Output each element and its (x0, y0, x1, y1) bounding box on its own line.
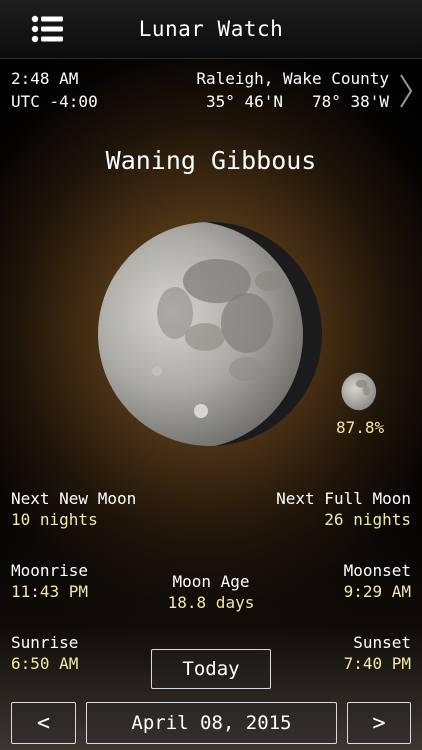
location-info[interactable]: Raleigh, Wake County 35° 46'N 78° 38'W (196, 67, 389, 113)
next-full-moon-label: Next Full Moon (276, 489, 411, 508)
sunset-label: Sunset (353, 633, 411, 652)
moon-image (98, 222, 322, 446)
latitude: 35° 46'N (205, 92, 284, 111)
next-new-moon-label: Next New Moon (11, 489, 137, 508)
app-title: Lunar Watch (138, 17, 284, 41)
next-new-moon-value: 10 nights (11, 510, 98, 529)
next-new-moon: Next New Moon 10 nights (11, 488, 136, 530)
moonset-label: Moonset (343, 561, 411, 580)
moon-thumbnail (341, 372, 380, 411)
sunset-value: 7:40 PM (343, 654, 411, 673)
phase-name: Waning Gibbous (105, 146, 317, 175)
sunrise-value: 6:50 AM (11, 654, 79, 673)
local-time: 2:48 AM (11, 69, 79, 88)
date-button[interactable]: April 08, 2015 (86, 702, 337, 744)
chevron-right-icon[interactable] (398, 72, 414, 110)
next-full-moon-value: 26 nights (324, 510, 411, 529)
moonset-value: 9:29 AM (343, 582, 411, 601)
next-full-moon: Next Full Moon 26 nights (276, 488, 411, 530)
sunset: Sunset 7:40 PM (344, 632, 411, 674)
longitude: 78° 38'W (311, 92, 389, 111)
time-info: 2:48 AM UTC -4:00 (11, 67, 98, 113)
next-day-button[interactable]: > (347, 702, 411, 744)
moonset: Moonset 9:29 AM (344, 560, 411, 602)
today-button[interactable]: Today (151, 649, 271, 689)
sunrise-label: Sunrise (11, 633, 79, 652)
nav-bar: Lunar Watch (0, 0, 422, 59)
illumination-percent: 87.8% (336, 418, 385, 437)
utc-offset: UTC -4:00 (11, 92, 98, 111)
sunrise: Sunrise 6:50 AM (11, 632, 78, 674)
previous-day-button[interactable]: < (11, 702, 76, 744)
location-name: Raleigh, Wake County (196, 69, 389, 88)
coordinates: 35° 46'N 78° 38'W (196, 90, 389, 113)
